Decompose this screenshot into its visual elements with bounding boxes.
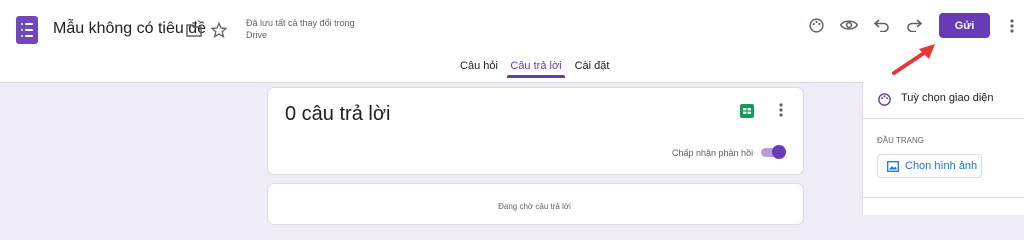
- palette-icon[interactable]: [806, 15, 826, 35]
- tab-settings[interactable]: Cài đặt: [569, 52, 615, 82]
- header-section-label: ĐẦU TRANG: [877, 136, 924, 145]
- palette-icon: [875, 90, 893, 108]
- card-more-vert-icon[interactable]: [774, 101, 788, 119]
- choose-image-label: Chọn hình ảnh: [905, 160, 978, 172]
- accept-responses-label: Chấp nhận phản hồi: [672, 148, 754, 158]
- star-icon[interactable]: [209, 20, 229, 40]
- folder-icon[interactable]: [185, 21, 203, 39]
- choose-image-button[interactable]: Chọn hình ảnh: [877, 154, 982, 178]
- toggle-knob[interactable]: [772, 145, 786, 159]
- eye-icon[interactable]: [838, 15, 860, 35]
- send-button[interactable]: Gửi: [939, 13, 990, 38]
- forms-logo-icon: [16, 16, 38, 44]
- panel-divider: [862, 118, 1024, 119]
- annotation-arrow-icon: [892, 44, 935, 75]
- waiting-for-responses-text: Đang chờ câu trả lời: [498, 202, 571, 211]
- responses-count-title: 0 câu trả lời: [285, 103, 391, 125]
- responses-summary-card: [267, 87, 804, 175]
- tab-questions[interactable]: Câu hỏi: [454, 52, 504, 82]
- image-icon: [887, 160, 899, 172]
- theme-panel-title: Tuỳ chọn giao diện: [901, 92, 994, 104]
- more-vert-icon[interactable]: [1004, 15, 1020, 37]
- undo-icon[interactable]: [872, 15, 892, 35]
- save-status: Đã lưu tất cả thay đổi trong Drive: [246, 18, 355, 40]
- google-sheets-icon[interactable]: [739, 103, 755, 119]
- form-title[interactable]: Mẫu không có tiêu đề: [53, 20, 206, 38]
- redo-icon[interactable]: [904, 15, 924, 35]
- active-tab-indicator: [507, 75, 565, 78]
- panel-divider: [862, 197, 1024, 198]
